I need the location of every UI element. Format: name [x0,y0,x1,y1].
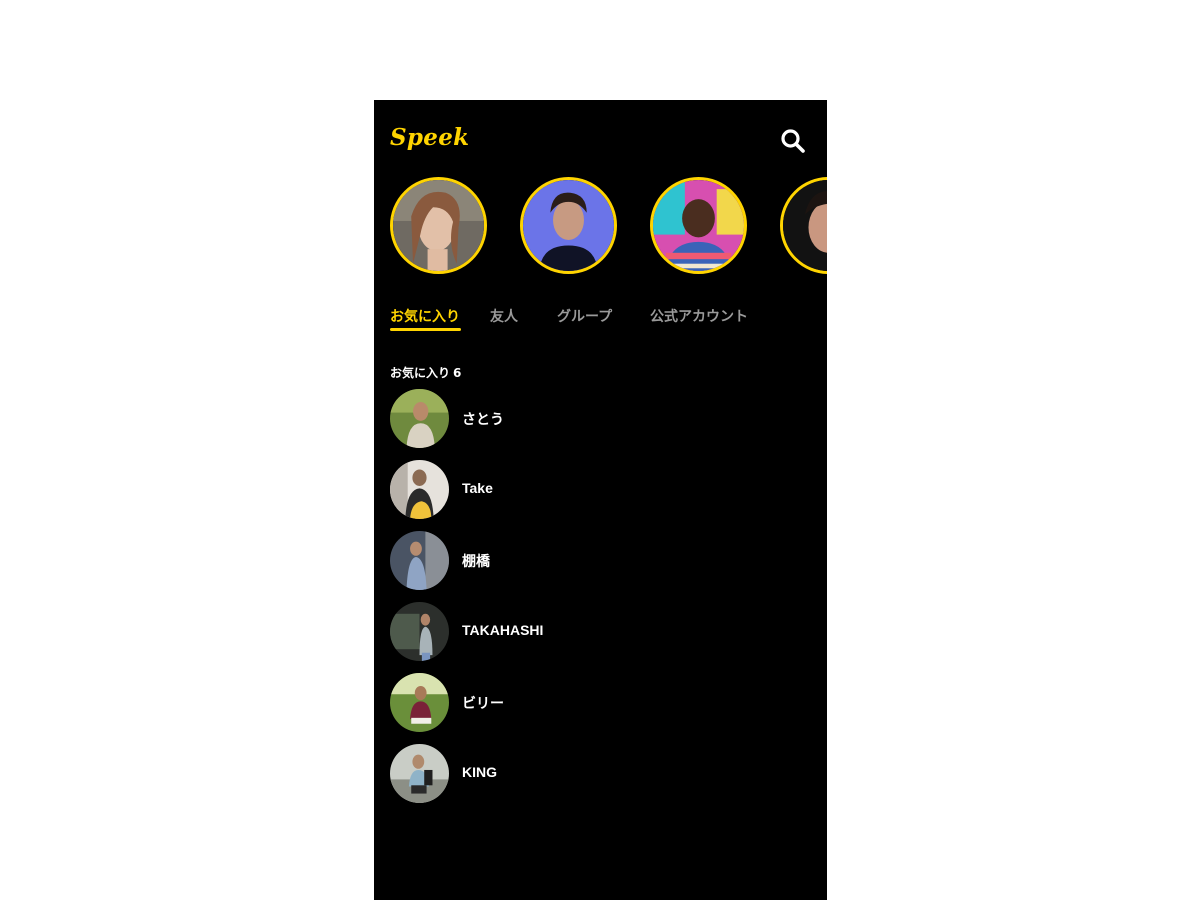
list-item[interactable]: Take [390,460,810,531]
friend-name: TAKAHASHI [462,622,544,638]
search-button[interactable] [778,126,808,156]
tab-official-accounts[interactable]: 公式アカウント [650,306,748,326]
category-tabs: お気に入り 友人 グループ 公式アカウント [374,300,827,340]
app-header: Speek [374,100,827,180]
avatar [390,531,449,590]
avatar-photo [390,673,449,732]
tab-friends[interactable]: 友人 [490,306,518,326]
list-item[interactable]: ビリー [390,673,810,744]
list-item[interactable]: KING [390,744,810,815]
list-item[interactable]: さとう [390,389,810,460]
avatar-photo [390,602,449,661]
friend-name: さとう [462,411,504,427]
avatar [390,389,449,448]
friend-name: ビリー [462,695,504,711]
avatar-photo [653,180,744,271]
avatar-photo [390,389,449,448]
story-avatar-1[interactable] [390,177,487,274]
avatar-photo [783,180,827,271]
avatar-photo [390,460,449,519]
avatar-photo [393,180,484,271]
tab-groups[interactable]: グループ [557,306,612,326]
active-tab-indicator [390,328,461,331]
avatar [390,602,449,661]
app-logo: Speek [390,124,470,151]
search-icon [781,129,805,153]
avatar-photo [523,180,614,271]
list-item[interactable]: TAKAHASHI [390,602,810,673]
friend-name: KING [462,764,497,780]
tab-favorites[interactable]: お気に入り [390,306,460,326]
story-avatar-3[interactable] [650,177,747,274]
favorites-count: 6 [453,366,462,380]
avatar-photo [390,744,449,803]
list-item[interactable]: 棚橋 [390,531,810,602]
app-screen: Speek お気に入り 友人 グループ 公式アカウント お気に入り 6 さとう … [374,100,827,900]
favorites-section-label: お気に入り [390,366,451,380]
favorites-section-title: お気に入り 6 [390,364,461,381]
avatar-photo [390,531,449,590]
avatar [390,460,449,519]
stories-row [390,177,827,277]
avatar [390,673,449,732]
friend-name: 棚橋 [462,553,490,569]
friend-name: Take [462,480,493,496]
story-avatar-2[interactable] [520,177,617,274]
favorites-list: さとう Take 棚橋 TAKAHASHI ビリー KING [390,389,810,815]
avatar [390,744,449,803]
story-avatar-4[interactable] [780,177,827,274]
